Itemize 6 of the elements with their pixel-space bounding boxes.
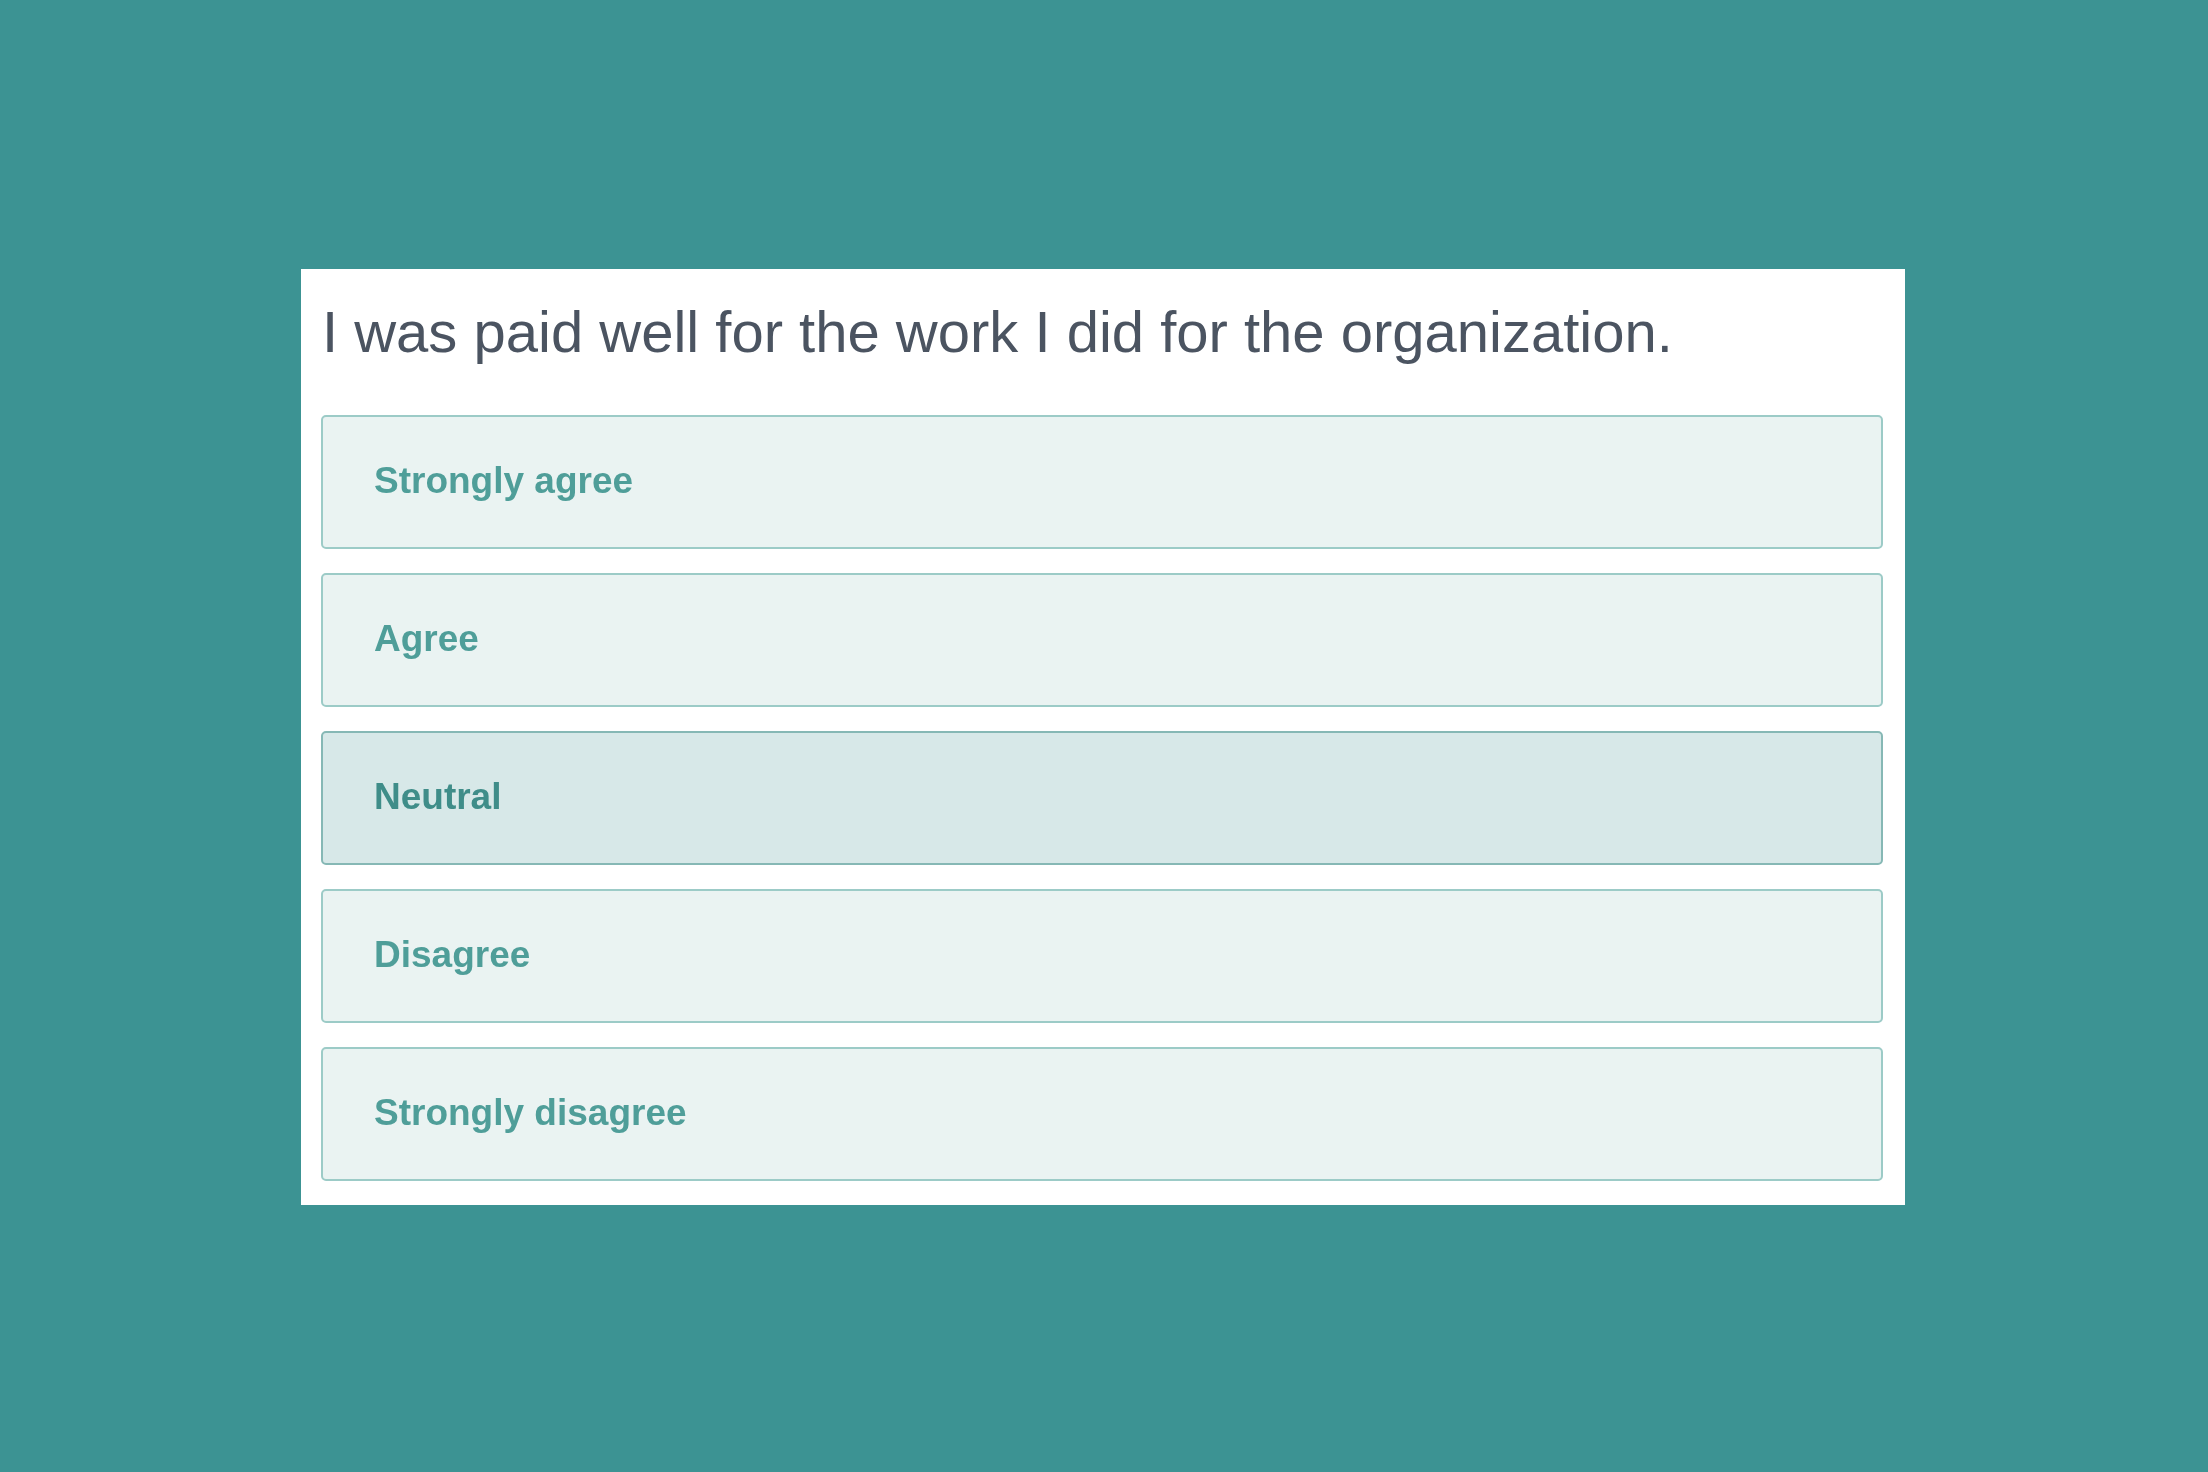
answer-option[interactable]: Strongly disagree: [321, 1047, 1883, 1181]
answer-option[interactable]: Neutral: [321, 731, 1883, 865]
answer-option[interactable]: Strongly agree: [321, 415, 1883, 549]
question-text: I was paid well for the work I did for the organization.: [321, 298, 1674, 366]
answer-option[interactable]: Agree: [321, 573, 1883, 707]
answer-option[interactable]: Disagree: [321, 889, 1883, 1023]
